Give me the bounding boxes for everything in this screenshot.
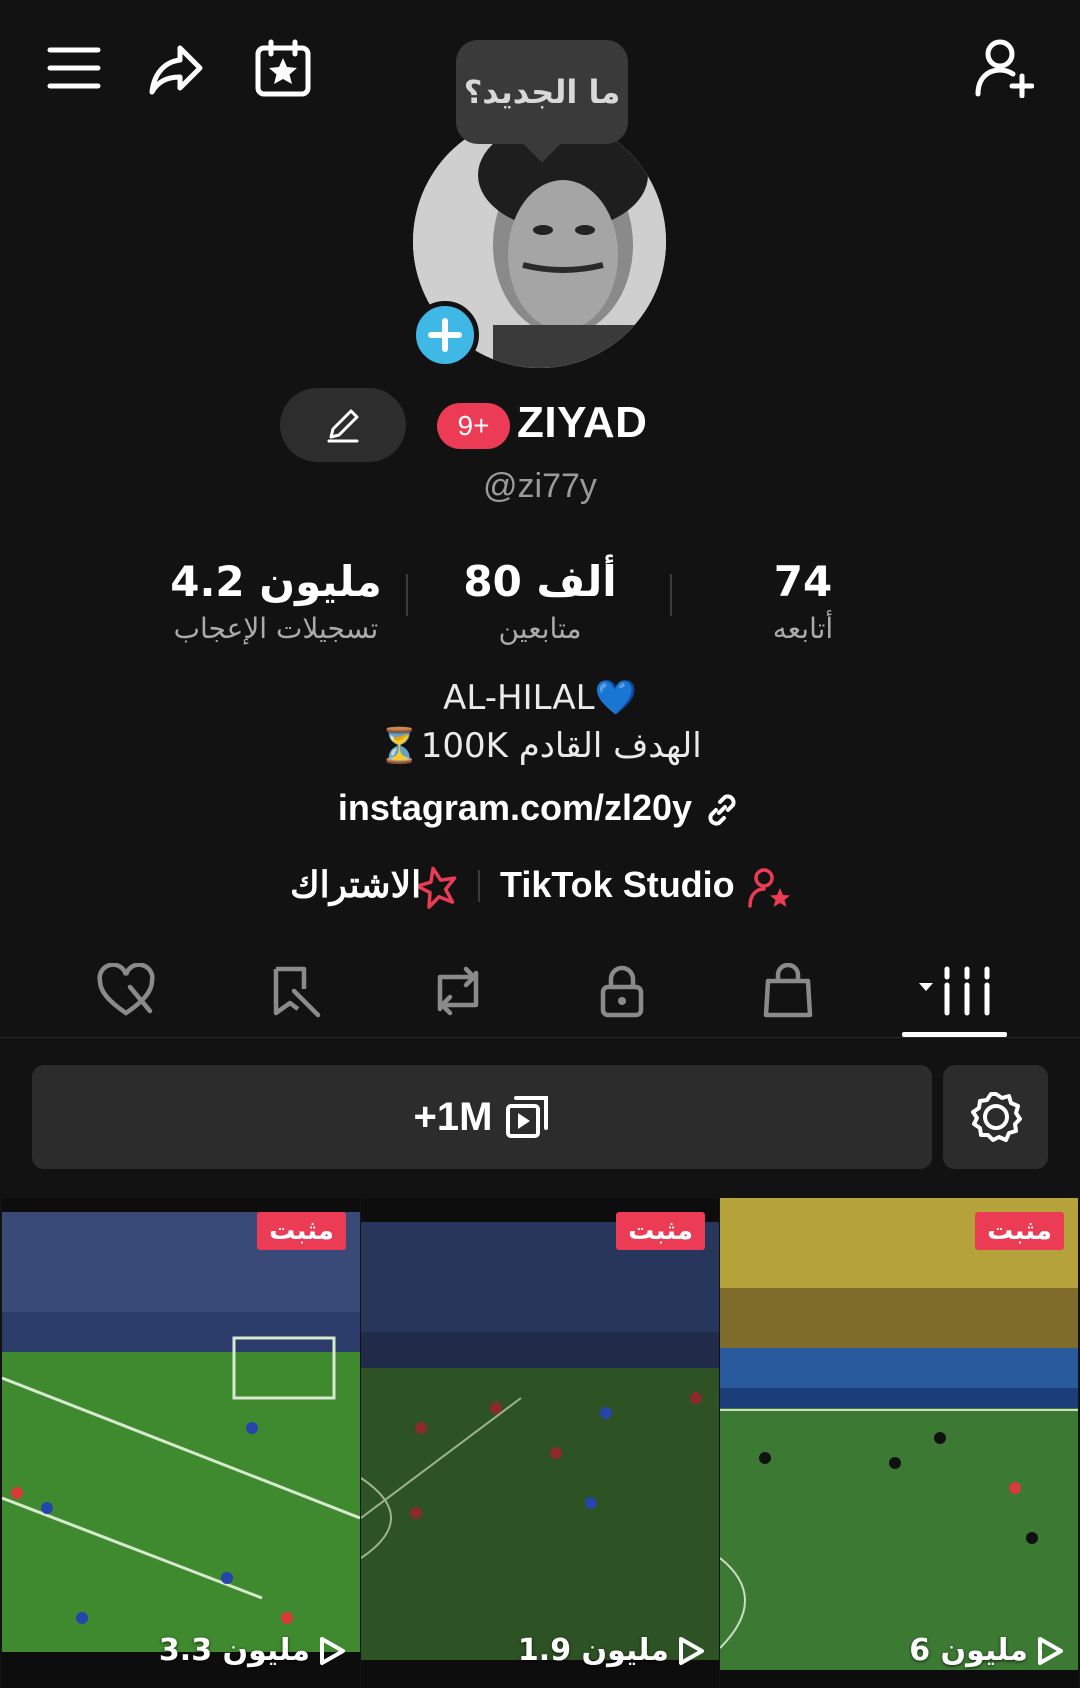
pencil-icon bbox=[327, 409, 359, 443]
profile-name: ZIYAD bbox=[517, 398, 648, 447]
profile-link[interactable]: instagram.com/zl20y bbox=[0, 787, 1080, 830]
stat-likes[interactable]: 4.2 مليون تسجيلات الإعجاب bbox=[146, 556, 406, 645]
video-tile[interactable]: مثبت 6 مليون bbox=[720, 1198, 1078, 1688]
stat-followers-value: 80 ألف bbox=[463, 557, 617, 606]
view-count-text: 6 مليون bbox=[909, 1633, 1028, 1668]
play-outline-icon bbox=[1038, 1636, 1063, 1665]
notification-badge[interactable]: 9+ bbox=[437, 403, 510, 449]
active-tab-indicator bbox=[902, 1032, 1007, 1037]
view-count: 1.9 مليون bbox=[518, 1633, 705, 1668]
row-divider bbox=[478, 870, 480, 902]
gear-icon bbox=[970, 1092, 1022, 1142]
settings-button[interactable] bbox=[943, 1065, 1048, 1169]
pinned-badge: مثبت bbox=[975, 1212, 1064, 1250]
add-story-button[interactable] bbox=[411, 301, 479, 369]
stat-followers-label: متابعين bbox=[498, 612, 582, 645]
hamburger-menu-icon[interactable] bbox=[44, 38, 104, 98]
videos-grid-icon bbox=[919, 966, 990, 1016]
video-tile[interactable]: مثبت 1.9 مليون bbox=[361, 1198, 719, 1688]
video-thumbnail bbox=[2, 1198, 360, 1688]
video-tile[interactable]: مثبت 3.3 مليون bbox=[2, 1198, 360, 1688]
tab-private[interactable] bbox=[582, 956, 662, 1026]
view-count-text: 3.3 مليون bbox=[158, 1633, 310, 1668]
pinned-badge: مثبت bbox=[616, 1212, 705, 1250]
profile-tabs bbox=[0, 950, 1080, 1038]
tab-favorites[interactable] bbox=[254, 956, 334, 1026]
profile-handle: @zi77y bbox=[483, 467, 597, 505]
pinned-badge: مثبت bbox=[257, 1212, 346, 1250]
favorites-hidden-icon bbox=[273, 966, 321, 1018]
liked-hidden-icon bbox=[97, 963, 155, 1016]
tiktok-studio-link[interactable]: TikTok Studio bbox=[500, 864, 735, 906]
tooltip-text: ما الجديد؟ bbox=[463, 73, 621, 111]
stat-following[interactable]: 74 أتابعه bbox=[673, 556, 933, 645]
stat-likes-value: 4.2 مليون bbox=[170, 557, 382, 606]
video-thumbnail bbox=[720, 1198, 1078, 1688]
calendar-star-icon[interactable] bbox=[253, 38, 313, 98]
link-text: instagram.com/zl20y bbox=[337, 787, 693, 828]
bio-line-1: AL-HILAL💙 bbox=[443, 678, 637, 718]
add-user-icon[interactable] bbox=[974, 38, 1035, 99]
stat-likes-label: تسجيلات الإعجاب bbox=[173, 612, 379, 645]
stat-divider bbox=[406, 574, 408, 616]
bio-line-2: ⏳100K الهدف القادم bbox=[378, 726, 702, 766]
whats-new-tooltip[interactable]: ما الجديد؟ bbox=[456, 40, 628, 144]
repost-icon bbox=[437, 966, 479, 1016]
play-outline-icon bbox=[679, 1636, 704, 1665]
stat-following-value: 74 bbox=[773, 557, 833, 606]
video-thumbnail bbox=[361, 1198, 719, 1688]
shopping-bag-icon bbox=[763, 963, 813, 1018]
view-count-text: 1.9 مليون bbox=[517, 1633, 669, 1668]
tab-reposts[interactable] bbox=[418, 956, 498, 1026]
view-count: 3.3 مليون bbox=[159, 1633, 346, 1668]
collections-label: +1M bbox=[413, 1094, 493, 1139]
plus-icon bbox=[428, 318, 462, 352]
subscribe-link[interactable]: الاشتراك bbox=[290, 864, 421, 906]
share-arrow-icon[interactable] bbox=[146, 38, 206, 98]
tab-shop[interactable] bbox=[748, 956, 828, 1026]
stat-followers[interactable]: 80 ألف متابعين bbox=[410, 556, 670, 645]
lock-icon bbox=[600, 965, 644, 1018]
stat-divider bbox=[670, 574, 672, 616]
tab-liked[interactable] bbox=[86, 956, 166, 1026]
link-icon bbox=[708, 794, 736, 827]
edit-name-button[interactable] bbox=[280, 388, 406, 462]
view-count: 6 مليون bbox=[909, 1633, 1064, 1668]
collection-play-icon bbox=[506, 1096, 549, 1138]
stat-following-label: أتابعه bbox=[772, 612, 834, 645]
tab-videos[interactable] bbox=[912, 956, 1002, 1026]
play-outline-icon bbox=[320, 1636, 345, 1665]
studio-user-star-icon bbox=[748, 868, 790, 908]
collections-button[interactable]: +1M bbox=[32, 1065, 932, 1169]
